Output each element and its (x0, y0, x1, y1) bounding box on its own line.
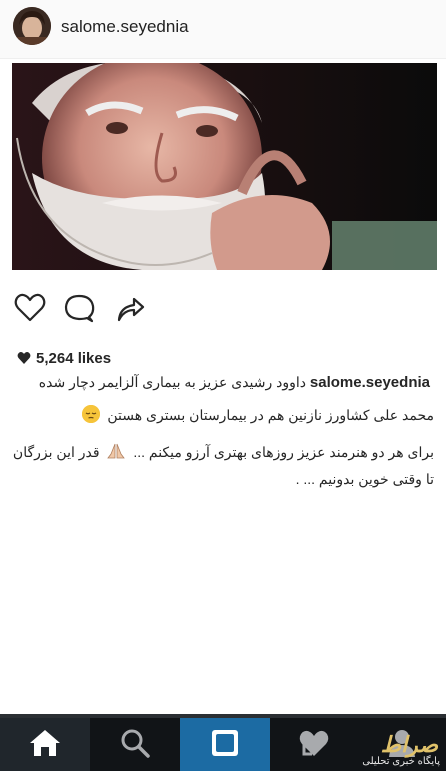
camera-icon (212, 729, 238, 756)
post-username[interactable]: salome.seyednia (61, 17, 189, 37)
caption-line-3: برای هر دو هنرمند عزیز روزهای بهتری آرزو… (12, 440, 434, 491)
watermark: صراط پایگاه خبری تحلیلی (342, 732, 446, 771)
caption-username[interactable]: salome.seyednia (310, 374, 430, 391)
watermark-logo: صراط (380, 732, 438, 758)
watermark-text: پایگاه خبری تحلیلی (362, 756, 440, 767)
caption-line-1: salome.seyednia داوود رشیدی عزیز به بیما… (12, 374, 434, 391)
search-icon (121, 729, 150, 758)
likes-text: 5,264 likes (36, 349, 112, 367)
heart-filled-icon (17, 352, 31, 364)
heart-outline-icon[interactable] (12, 290, 48, 326)
share-arrow-icon[interactable] (112, 290, 148, 326)
likes-count[interactable]: 5,264 likes (17, 348, 111, 368)
caption-text-3a: برای هر دو هنرمند عزیز روزهای بهتری آرزو… (133, 444, 434, 460)
comment-bubble-icon[interactable] (61, 290, 97, 326)
home-icon (30, 729, 60, 756)
nav-home[interactable] (0, 714, 90, 771)
nav-search[interactable] (90, 714, 180, 771)
post-photo[interactable] (12, 63, 437, 270)
praying-hands-icon (105, 442, 127, 467)
pensive-face-icon (82, 405, 101, 423)
caption-line-2: محمد علی کشاورز نازنین هم در بیمارستان ب… (12, 405, 434, 424)
caption-text-2: محمد علی کشاورز نازنین هم در بیمارستان ب… (107, 407, 434, 423)
nav-camera[interactable] (180, 714, 270, 771)
action-bar (0, 290, 446, 330)
heart-activity-icon (299, 730, 329, 756)
nav-top-strip (0, 714, 446, 718)
post-header: salome.seyednia (0, 0, 446, 59)
caption-text-1: داوود رشیدی عزیز به بیماری آلزایمر دچار … (38, 374, 307, 390)
bottom-nav: صراط پایگاه خبری تحلیلی (0, 714, 446, 771)
avatar[interactable] (13, 7, 51, 45)
